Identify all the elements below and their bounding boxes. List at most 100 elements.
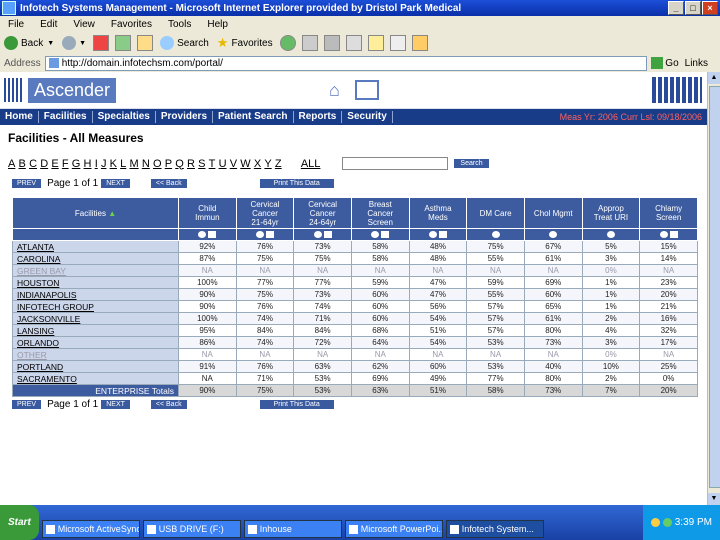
details-icon[interactable] — [381, 231, 390, 239]
info-icon[interactable] — [549, 231, 558, 239]
column-header[interactable]: Child Immun — [178, 197, 237, 229]
facility-name-cell[interactable]: LANSING — [12, 324, 179, 337]
forward-button[interactable]: ▼ — [58, 36, 90, 50]
filter-letter-f[interactable]: F — [62, 158, 69, 170]
details-icon[interactable] — [265, 231, 274, 239]
task-infotech[interactable]: Infotech System... — [445, 520, 544, 538]
info-icon[interactable] — [659, 231, 668, 239]
filter-letter-i[interactable]: I — [95, 158, 98, 170]
facility-name-cell[interactable]: INDIANAPOLIS — [12, 288, 179, 301]
column-header[interactable]: Asthma Meds — [408, 197, 468, 229]
task-powerpoint[interactable]: Microsoft PowerPoi... — [344, 520, 443, 538]
menu-help[interactable]: Help — [199, 19, 236, 30]
filter-letter-l[interactable]: L — [120, 158, 126, 170]
menu-view[interactable]: View — [65, 19, 103, 30]
filter-letter-d[interactable]: D — [40, 158, 48, 170]
filter-letter-h[interactable]: H — [84, 158, 92, 170]
filter-letter-x[interactable]: X — [254, 158, 261, 170]
minimize-button[interactable]: _ — [668, 1, 684, 15]
back-button[interactable]: Back ▼ — [0, 36, 58, 50]
filter-all-link[interactable]: ALL — [301, 158, 321, 170]
history-icon[interactable] — [279, 35, 296, 51]
search-button[interactable]: Search — [454, 159, 489, 168]
facility-search-input[interactable] — [342, 157, 449, 170]
details-icon[interactable] — [323, 231, 332, 239]
info-icon[interactable] — [371, 231, 380, 239]
nav-specialties[interactable]: Specialties — [93, 111, 156, 123]
facility-name-cell[interactable]: HOUSTON — [12, 276, 179, 289]
info-icon[interactable] — [428, 231, 437, 239]
back-button[interactable]: << Back — [150, 400, 187, 409]
prev-button[interactable]: PREV — [12, 179, 42, 188]
next-button[interactable]: NEXT — [101, 400, 130, 409]
print-data-button[interactable]: Print This Data — [259, 179, 334, 188]
facility-name-cell[interactable]: ATLANTA — [12, 240, 179, 253]
facility-name-cell[interactable]: PORTLAND — [12, 360, 179, 373]
filter-letter-r[interactable]: R — [187, 158, 195, 170]
filter-letter-y[interactable]: Y — [264, 158, 271, 170]
start-button[interactable]: Start — [0, 505, 39, 540]
column-header[interactable]: Breast Cancer Screen — [350, 197, 410, 229]
go-button[interactable]: Go — [651, 57, 679, 69]
filter-letter-s[interactable]: S — [198, 158, 205, 170]
document-icon[interactable] — [389, 35, 406, 51]
address-input[interactable]: http://domain.infotechsm.com/portal/ — [44, 55, 648, 71]
details-icon[interactable] — [208, 231, 217, 239]
filter-letter-k[interactable]: K — [110, 158, 117, 170]
home-icon[interactable]: ⌂ — [329, 81, 349, 99]
info-icon[interactable] — [313, 231, 322, 239]
filter-letter-t[interactable]: T — [209, 158, 216, 170]
filter-letter-q[interactable]: Q — [175, 158, 184, 170]
facility-name-cell[interactable]: ORLANDO — [12, 336, 179, 349]
refresh-icon[interactable] — [115, 35, 132, 51]
menu-favorites[interactable]: Favorites — [103, 19, 160, 30]
info-icon[interactable] — [491, 231, 500, 239]
tray-icon[interactable] — [662, 518, 672, 527]
mail-icon[interactable] — [301, 35, 318, 51]
window-icon[interactable] — [355, 80, 380, 100]
filter-letter-u[interactable]: U — [219, 158, 227, 170]
nav-security[interactable]: Security — [342, 111, 393, 123]
maximize-button[interactable]: □ — [685, 1, 701, 15]
filter-letter-z[interactable]: Z — [275, 158, 282, 170]
vertical-scrollbar[interactable]: ▲ ▼ — [707, 72, 720, 505]
facility-name-cell[interactable]: CAROLINA — [12, 252, 179, 265]
print-data-button[interactable]: Print This Data — [259, 400, 334, 409]
print-icon[interactable] — [323, 35, 340, 51]
nav-providers[interactable]: Providers — [156, 111, 214, 123]
nav-home[interactable]: Home — [0, 111, 39, 123]
filter-letter-p[interactable]: P — [165, 158, 172, 170]
column-header[interactable]: DM Care — [466, 197, 525, 229]
task-usb-drive[interactable]: USB DRIVE (F:) — [142, 520, 241, 538]
task-activesync[interactable]: Microsoft ActiveSync — [41, 520, 140, 538]
facility-name-cell[interactable]: GREEN BAY — [12, 264, 179, 277]
scroll-thumb[interactable] — [709, 86, 720, 488]
column-header[interactable]: Cervical Cancer 21-64yr — [235, 197, 295, 229]
column-header[interactable]: Cervical Cancer 24-64yr — [293, 197, 352, 229]
back-button[interactable]: << Back — [150, 179, 187, 188]
filter-letter-a[interactable]: A — [8, 158, 15, 170]
messenger-icon[interactable] — [411, 35, 428, 51]
favorites-button[interactable]: ★ Favorites — [213, 35, 277, 51]
scroll-down-icon[interactable]: ▼ — [708, 493, 720, 505]
menu-tools[interactable]: Tools — [160, 19, 199, 30]
task-inhouse[interactable]: Inhouse — [243, 520, 342, 538]
details-icon[interactable] — [438, 231, 447, 239]
column-header[interactable]: Chol Mgmt — [523, 197, 583, 229]
facility-name-cell[interactable]: INFOTECH GROUP — [12, 300, 179, 313]
filter-letter-n[interactable]: N — [142, 158, 150, 170]
edit-icon[interactable] — [345, 35, 362, 51]
nav-facilities[interactable]: Facilities — [39, 111, 93, 123]
filter-letter-e[interactable]: E — [51, 158, 58, 170]
menu-edit[interactable]: Edit — [32, 19, 65, 30]
links-button[interactable]: Links — [685, 58, 708, 69]
facility-name-cell[interactable]: OTHER — [12, 348, 179, 361]
tray-icon[interactable] — [650, 518, 660, 527]
filter-letter-g[interactable]: G — [72, 158, 81, 170]
filter-letter-v[interactable]: V — [230, 158, 237, 170]
info-icon[interactable] — [606, 231, 615, 239]
filter-letter-m[interactable]: M — [129, 158, 138, 170]
info-icon[interactable] — [255, 231, 264, 239]
stop-icon[interactable] — [93, 35, 110, 51]
column-header[interactable]: Approp Treat URI — [581, 197, 641, 229]
